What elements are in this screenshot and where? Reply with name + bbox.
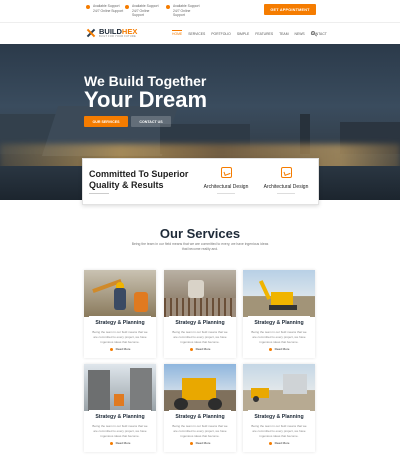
service-card-body: Strategy & Planning Being the team in our… [89, 410, 151, 452]
service-image [84, 364, 156, 411]
read-more-link[interactable]: Read More [169, 347, 231, 351]
mail-icon [125, 5, 129, 9]
arrow-icon [268, 442, 272, 446]
arrow-icon [189, 348, 193, 352]
service-title: Strategy & Planning [175, 414, 225, 420]
nav-item-team[interactable]: TEAM [279, 32, 288, 36]
support-info-3: Available Support 24/7 Online Support [166, 4, 200, 18]
commitment-title: Committed To Superior Quality & Results [89, 169, 199, 194]
hero-headline-large: Your Dream [84, 87, 208, 112]
service-card-body: Strategy & Planning Being the team in our… [169, 316, 231, 358]
service-card[interactable]: Strategy & Planning Being the team in our… [84, 270, 156, 358]
our-services-button[interactable]: OUR SERVICES [84, 116, 128, 127]
divider [277, 193, 295, 194]
services-subtitle: Being the team in our field means that w… [131, 242, 269, 252]
service-card[interactable]: Strategy & Planning Being the team in our… [164, 364, 236, 452]
services-title: Our Services [159, 226, 241, 241]
nav-item-home[interactable]: HOME [172, 30, 183, 36]
service-description: Being the team in our field means that w… [172, 424, 228, 438]
blueprint-icon [220, 167, 232, 178]
brand-name: BUILDHEX [99, 28, 137, 36]
service-image [164, 364, 236, 411]
brand-tagline: BUILT FOR YOUR FUTURE [99, 35, 136, 38]
service-description: Being the team in our field means that w… [92, 330, 148, 344]
contact-us-button[interactable]: CONTACT US [131, 116, 171, 127]
commitment-box: Committed To Superior Quality & Results … [82, 158, 319, 205]
feature-label: Architectural Design [203, 184, 249, 190]
service-image [243, 364, 315, 411]
support-line: Available Support [132, 4, 159, 8]
service-image [84, 270, 156, 317]
feature-label: Architectural Design [263, 184, 309, 190]
support-line: Support [173, 13, 185, 18]
search-icon[interactable] [311, 31, 317, 37]
support-line: Support [132, 13, 144, 18]
main-nav: BUILDHEX BUILT FOR YOUR FUTURE HOME SERV… [0, 22, 400, 44]
support-info-1: Available Support 24/7 Online Support [86, 4, 123, 13]
service-card[interactable]: Strategy & Planning Being the team in our… [243, 270, 315, 358]
service-image [164, 270, 236, 317]
top-bar: Available Support 24/7 Online Support Av… [0, 0, 400, 22]
service-card-body: Strategy & Planning Being the team in our… [248, 316, 310, 358]
service-title: Strategy & Planning [95, 414, 145, 420]
support-info-2: Available Support 24/7 Online Support [125, 4, 159, 18]
nav-item-services[interactable]: SERVICES [188, 32, 205, 36]
support-line: Available Support [173, 4, 200, 8]
read-more-label: Read More [195, 347, 211, 352]
service-description: Being the team in our field means that w… [172, 330, 228, 344]
read-more-link[interactable]: Read More [248, 347, 310, 351]
service-card-body: Strategy & Planning Being the team in our… [89, 316, 151, 358]
nav-item-news[interactable]: NEWS [295, 32, 305, 36]
feature-item: Architectural Design [256, 167, 316, 194]
feature-item: Architectural Design [196, 167, 256, 194]
clock-icon [166, 5, 170, 9]
support-line: Available Support [93, 4, 120, 8]
read-more-link[interactable]: Read More [89, 441, 151, 445]
service-description: Being the team in our field means that w… [251, 424, 307, 438]
read-more-label: Read More [195, 441, 211, 446]
arrow-icon [109, 442, 113, 446]
service-description: Being the team in our field means that w… [251, 330, 307, 344]
read-more-link[interactable]: Read More [169, 441, 231, 445]
nav-item-simple[interactable]: SIMPLE [237, 32, 249, 36]
service-title: Strategy & Planning [95, 320, 145, 326]
brand-logo[interactable]: BUILDHEX BUILT FOR YOUR FUTURE [86, 28, 137, 38]
hammer-wrench-icon [86, 28, 96, 38]
nav-menu: HOME SERVICES PORTFOLIO SIMPLE FEATURES … [172, 30, 327, 36]
service-image [243, 270, 315, 317]
service-card[interactable]: Strategy & Planning Being the team in our… [164, 270, 236, 358]
nav-item-features[interactable]: FEATURES [255, 32, 273, 36]
divider [217, 193, 235, 194]
read-more-label: Read More [115, 441, 131, 446]
service-card[interactable]: Strategy & Planning Being the team in our… [84, 364, 156, 452]
read-more-label: Read More [115, 347, 131, 352]
blueprint-icon [280, 167, 292, 178]
get-appointment-button[interactable]: GET APPOINTMENT [264, 4, 316, 15]
service-card-body: Strategy & Planning Being the team in our… [169, 410, 231, 452]
arrow-icon [268, 348, 272, 352]
service-title: Strategy & Planning [254, 414, 304, 420]
read-more-label: Read More [274, 441, 290, 446]
phone-icon [86, 5, 90, 9]
read-more-link[interactable]: Read More [248, 441, 310, 445]
read-more-label: Read More [274, 347, 290, 352]
arrow-icon [109, 348, 113, 352]
service-title: Strategy & Planning [175, 320, 225, 326]
read-more-link[interactable]: Read More [89, 347, 151, 351]
service-card-body: Strategy & Planning Being the team in our… [248, 410, 310, 452]
nav-item-portfolio[interactable]: PORTFOLIO [211, 32, 231, 36]
service-title: Strategy & Planning [254, 320, 304, 326]
service-card[interactable]: Strategy & Planning Being the team in our… [243, 364, 315, 452]
arrow-icon [189, 442, 193, 446]
service-description: Being the team in our field means that w… [92, 424, 148, 438]
support-line: 24/7 Online Support [93, 8, 124, 13]
